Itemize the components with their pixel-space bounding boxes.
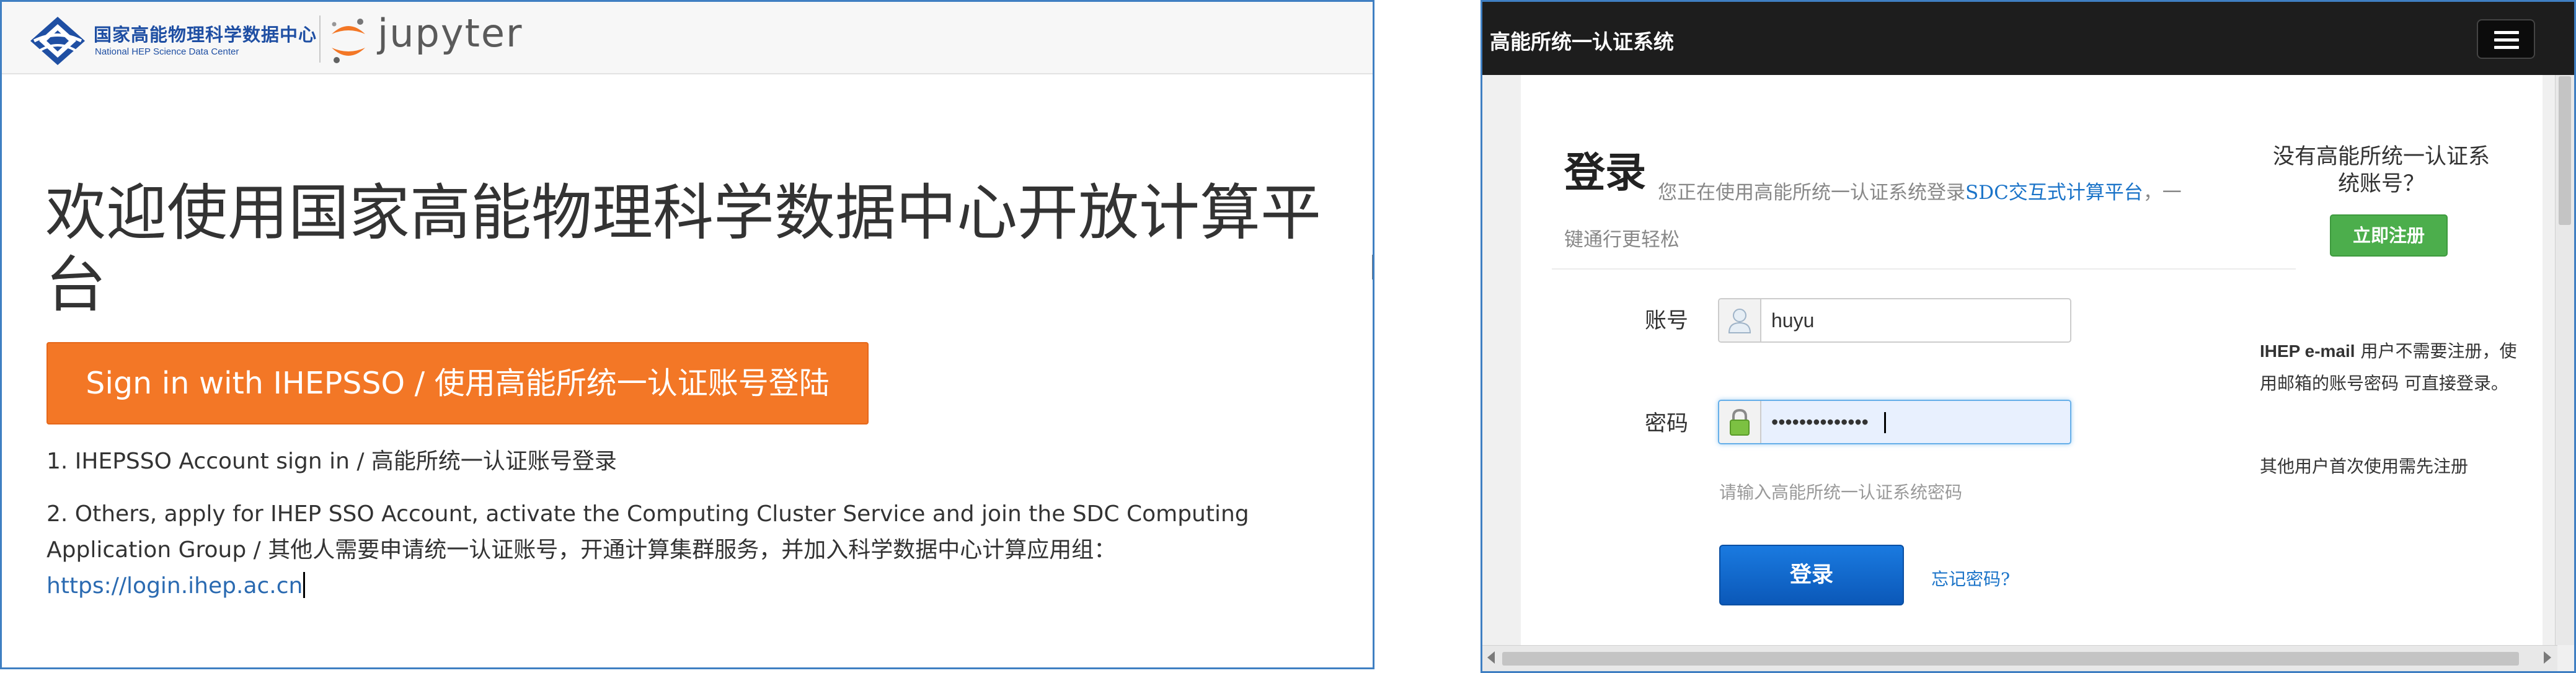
welcome-title: 欢迎使用国家高能物理科学数据中心开放计算平台 — [45, 178, 1322, 320]
info-line-2: 2. Others, apply for IHEP SSO Account, a… — [46, 496, 1336, 604]
org-name-en: National HEP Science Data Center — [95, 46, 239, 57]
username-addon — [1719, 299, 1761, 341]
register-note: IHEP e-mail 用户不需要注册，使用邮箱的账号密码 可直接登录。 — [2260, 335, 2520, 400]
sdc-platform-link[interactable]: SDC交互式计算平台 — [1965, 182, 2143, 204]
login-description: 您正在使用高能所统一认证系统登录SDC交互式计算平台，一 — [1658, 161, 2278, 225]
info-line-1: 1. IHEPSSO Account sign in / 高能所统一认证账号登录 — [46, 449, 617, 474]
username-field — [1718, 298, 2071, 343]
login-heading: 登录 — [1564, 149, 1646, 196]
jupyter-logo-icon — [332, 19, 365, 63]
divider — [1552, 268, 2296, 270]
sso-navbar-title[interactable]: 高能所统一认证系统 — [1490, 25, 1674, 55]
login-description-line-2: 键通行更轻松 — [1564, 229, 1680, 251]
password-input[interactable] — [1761, 401, 2070, 443]
forgot-password-link[interactable]: 忘记密码? — [1931, 566, 2010, 591]
register-note-bold: IHEP e-mail — [2260, 341, 2355, 361]
horizontal-scrollbar-thumb[interactable] — [1502, 652, 2519, 666]
password-addon — [1719, 401, 1761, 443]
user-icon — [1728, 309, 1751, 333]
no-account-prompt: 没有高能所统一认证系统账号？ — [2272, 144, 2490, 196]
window-edge-handle[interactable] — [1372, 255, 1373, 279]
password-hint: 请输入高能所统一认证系统密码 — [1719, 482, 1963, 503]
login-submit-button[interactable]: 登录 — [1719, 545, 1904, 605]
register-now-button[interactable]: 立即注册 — [2330, 214, 2448, 257]
vertical-scrollbar[interactable] — [2555, 75, 2574, 645]
password-label: 密码 — [1645, 411, 1689, 436]
login-desc-suffix: ，一 — [2143, 182, 2182, 204]
info-line-2-text: 2. Others, apply for IHEP SSO Account, a… — [46, 501, 1249, 563]
sso-navbar: 高能所统一认证系统 — [1482, 2, 2574, 75]
username-input[interactable] — [1761, 299, 2070, 341]
username-label: 账号 — [1645, 309, 1689, 333]
jupyter-wordmark: jupyter — [378, 11, 523, 56]
scroll-left-arrow-icon[interactable] — [1487, 651, 1495, 664]
password-field — [1718, 400, 2071, 444]
jupyterhub-login-window: 国家高能物理科学数据中心 National HEP Science Data C… — [0, 0, 1374, 669]
sign-in-ihepsso-button[interactable]: Sign in with IHEPSSO / 使用高能所统一认证账号登陆 — [46, 342, 869, 424]
header-divider — [319, 15, 321, 63]
jupyter-header: 国家高能物理科学数据中心 National HEP Science Data C… — [2, 2, 1373, 74]
ihep-sso-login-window: 高能所统一认证系统 登录 您正在使用高能所统一认证系统登录SDC交互式计算平台，… — [1481, 0, 2576, 673]
text-cursor — [303, 572, 306, 598]
scroll-right-arrow-icon[interactable] — [2544, 651, 2551, 664]
login-ihep-link[interactable]: https://login.ihep.ac.cn — [46, 573, 303, 599]
vertical-scrollbar-thumb[interactable] — [2559, 76, 2571, 225]
login-desc-prefix: 您正在使用高能所统一认证系统登录 — [1658, 182, 1965, 204]
org-name-zh: 国家高能物理科学数据中心 — [94, 24, 317, 45]
hamburger-icon[interactable] — [2477, 19, 2535, 59]
register-note-2: 其他用户首次使用需先注册 — [2260, 456, 2469, 477]
text-cursor — [1884, 412, 1886, 433]
lock-icon — [1730, 408, 1750, 436]
horizontal-scrollbar[interactable] — [1482, 645, 2557, 671]
hep-data-center-logo-icon — [30, 17, 85, 65]
